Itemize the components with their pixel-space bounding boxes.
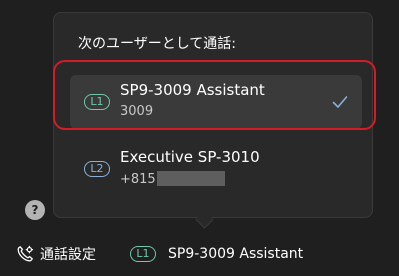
line-badge-l2: L2 [84, 161, 110, 177]
phone-settings-icon [17, 245, 34, 262]
call-settings-label: 通話設定 [40, 247, 96, 263]
current-line-button[interactable]: L1 SP9-3009 Assistant [130, 243, 303, 265]
line-option-number-text: +815 [120, 172, 156, 187]
line-badge-l1: L1 [84, 94, 110, 110]
line-option-name: Executive SP-3010 [120, 148, 260, 166]
line-option-number: 3009 [120, 104, 154, 119]
help-icon[interactable]: ? [25, 200, 45, 220]
footer-bar: 通話設定 L1 SP9-3009 Assistant [0, 236, 399, 272]
line-option-l2[interactable]: L2 Executive SP-3010 +815 [70, 142, 362, 196]
call-as-popup: 次のユーザーとして通話: L1 SP9-3009 Assistant 3009 … [53, 12, 373, 218]
redacted-block [156, 171, 225, 186]
line-option-number: +815 [120, 171, 225, 187]
line-option-l1[interactable]: L1 SP9-3009 Assistant 3009 [70, 75, 362, 129]
checkmark-icon [332, 96, 348, 108]
line-option-name: SP9-3009 Assistant [120, 81, 265, 99]
current-line-name: SP9-3009 Assistant [168, 246, 304, 262]
call-settings-button[interactable]: 通話設定 [16, 243, 96, 265]
current-line-badge: L1 [130, 246, 156, 262]
popup-title: 次のユーザーとして通話: [78, 36, 237, 52]
